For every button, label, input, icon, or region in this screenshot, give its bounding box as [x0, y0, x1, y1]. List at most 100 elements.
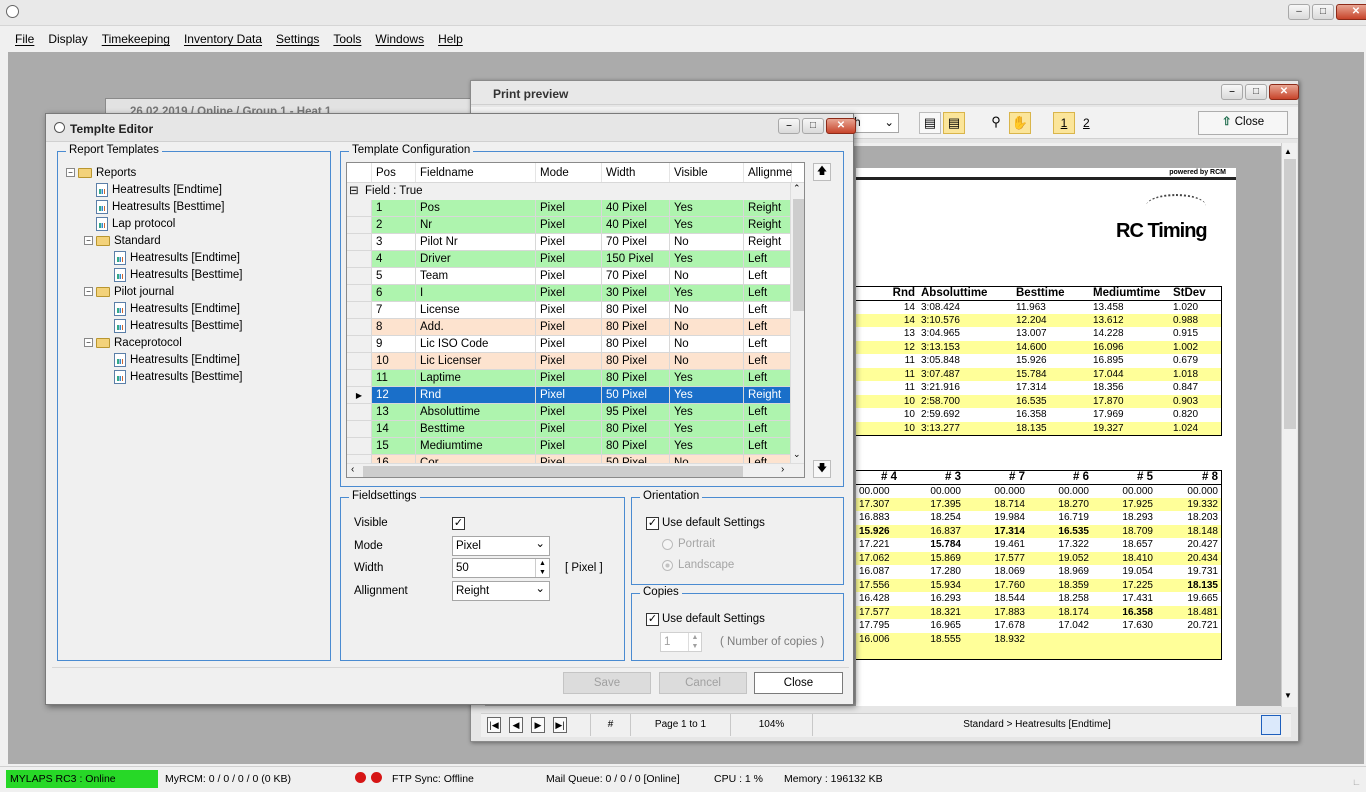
- last-page-icon[interactable]: ▶|: [553, 717, 567, 733]
- grid-row[interactable]: 1 Pos Pixel 40 Pixel Yes Reight: [347, 200, 804, 217]
- minimize-icon[interactable]: –: [778, 118, 800, 134]
- grid-row[interactable]: 13 Absoluttime Pixel 95 Pixel Yes Left: [347, 404, 804, 421]
- grid-cell-mode[interactable]: Pixel: [536, 234, 602, 251]
- grid-cell-alignment[interactable]: Left: [744, 353, 792, 370]
- width-spinner[interactable]: 50 ▲ ▼: [452, 558, 550, 578]
- grid-cell-alignment[interactable]: Left: [744, 421, 792, 438]
- single-page-icon[interactable]: ▤: [919, 112, 941, 134]
- grid-cell-pos[interactable]: 3: [372, 234, 416, 251]
- menu-display[interactable]: Display: [41, 32, 94, 46]
- move-down-icon[interactable]: 🡇: [813, 460, 831, 478]
- grid-hscroll-thumb[interactable]: [363, 466, 743, 477]
- grid-cell-visible[interactable]: No: [670, 302, 744, 319]
- grid-cell-fieldname[interactable]: Lic ISO Code: [416, 336, 536, 353]
- grid-cell-pos[interactable]: 10: [372, 353, 416, 370]
- grid-cell-alignment[interactable]: Left: [744, 285, 792, 302]
- landscape-radio[interactable]: [662, 560, 673, 571]
- save-button[interactable]: Save: [563, 672, 651, 694]
- page-link-2[interactable]: 2: [1083, 116, 1090, 130]
- grid-cell-alignment[interactable]: Left: [744, 404, 792, 421]
- close-icon[interactable]: ✕: [826, 118, 856, 134]
- grid-cell-pos[interactable]: 7: [372, 302, 416, 319]
- grid-col-mode[interactable]: Mode: [536, 163, 602, 182]
- grid-cell-alignment[interactable]: Reight: [744, 217, 792, 234]
- grid-cell-pos[interactable]: 1: [372, 200, 416, 217]
- grid-cell-mode[interactable]: Pixel: [536, 370, 602, 387]
- grid-cell-width[interactable]: 80 Pixel: [602, 438, 670, 455]
- grid-cell-visible[interactable]: No: [670, 234, 744, 251]
- grid-group-row[interactable]: ⊟ Field : True: [347, 183, 804, 200]
- grid-cell-alignment[interactable]: Left: [744, 370, 792, 387]
- grid-cell-fieldname[interactable]: Mediumtime: [416, 438, 536, 455]
- grid-row[interactable]: 7 License Pixel 80 Pixel No Left: [347, 302, 804, 319]
- grid-cell-width[interactable]: 40 Pixel: [602, 217, 670, 234]
- grid-cell-visible[interactable]: No: [670, 336, 744, 353]
- grid-cell-mode[interactable]: Pixel: [536, 404, 602, 421]
- grid-cell-mode[interactable]: Pixel: [536, 387, 602, 404]
- grid-cell-width[interactable]: 80 Pixel: [602, 319, 670, 336]
- grid-cell-visible[interactable]: Yes: [670, 200, 744, 217]
- grid-cell-fieldname[interactable]: Add.: [416, 319, 536, 336]
- maximize-icon[interactable]: □: [802, 118, 824, 134]
- grid-cell-width[interactable]: 80 Pixel: [602, 370, 670, 387]
- grid-cell-fieldname[interactable]: Pilot Nr: [416, 234, 536, 251]
- copies-default-checkbox[interactable]: ✓: [646, 613, 659, 626]
- grid-cell-alignment[interactable]: Left: [744, 251, 792, 268]
- grid-cell-width[interactable]: 40 Pixel: [602, 200, 670, 217]
- grid-cell-pos[interactable]: 8: [372, 319, 416, 336]
- grid-row[interactable]: 14 Besttime Pixel 80 Pixel Yes Left: [347, 421, 804, 438]
- grid-row[interactable]: 9 Lic ISO Code Pixel 80 Pixel No Left: [347, 336, 804, 353]
- grid-cell-pos[interactable]: 5: [372, 268, 416, 285]
- grid-cell-visible[interactable]: Yes: [670, 285, 744, 302]
- close-icon[interactable]: ✕: [1336, 4, 1366, 20]
- mode-select[interactable]: Pixel ⌄: [452, 536, 550, 556]
- grid-cell-visible[interactable]: Yes: [670, 370, 744, 387]
- tree-item[interactable]: Heatresults [Besttime]: [66, 199, 326, 216]
- grid-cell-mode[interactable]: Pixel: [536, 200, 602, 217]
- grid-cell-alignment[interactable]: Left: [744, 438, 792, 455]
- spinner-arrows-icon[interactable]: ▲ ▼: [688, 633, 701, 651]
- maximize-icon[interactable]: □: [1245, 84, 1267, 100]
- grid-col-visible[interactable]: Visible: [670, 163, 744, 182]
- tree-item[interactable]: − Standard: [66, 233, 326, 250]
- move-up-icon[interactable]: 🡅: [813, 163, 831, 181]
- grid-cell-visible[interactable]: Yes: [670, 251, 744, 268]
- grid-cell-fieldname[interactable]: Absoluttime: [416, 404, 536, 421]
- grid-cell-width[interactable]: 70 Pixel: [602, 268, 670, 285]
- grid-cell-alignment[interactable]: Reight: [744, 387, 792, 404]
- grid-col-fieldname[interactable]: Fieldname: [416, 163, 536, 182]
- goto-page-icon[interactable]: #: [591, 714, 631, 736]
- portrait-radio[interactable]: [662, 539, 673, 550]
- close-icon[interactable]: ✕: [1269, 84, 1299, 100]
- grid-cell-alignment[interactable]: Left: [744, 302, 792, 319]
- next-page-icon[interactable]: ▶: [531, 717, 545, 733]
- first-page-icon[interactable]: |◀: [487, 717, 501, 733]
- tree-item[interactable]: Heatresults [Endtime]: [66, 352, 326, 369]
- grid-row[interactable]: 6 I Pixel 30 Pixel Yes Left: [347, 285, 804, 302]
- collapse-icon[interactable]: ⊟: [347, 183, 361, 200]
- grid-row[interactable]: 5 Team Pixel 70 Pixel No Left: [347, 268, 804, 285]
- grid-col-width[interactable]: Width: [602, 163, 670, 182]
- grid-cell-visible[interactable]: No: [670, 319, 744, 336]
- scroll-up-icon[interactable]: ▲: [1284, 147, 1292, 156]
- scroll-left-icon[interactable]: ‹: [351, 464, 354, 475]
- grid-cell-width[interactable]: 150 Pixel: [602, 251, 670, 268]
- pp-close-button[interactable]: ⇧ Close: [1198, 111, 1288, 135]
- copies-spinner[interactable]: 1 ▲ ▼: [660, 632, 702, 652]
- grid-cell-width[interactable]: 95 Pixel: [602, 404, 670, 421]
- grid-cell-pos[interactable]: 14: [372, 421, 416, 438]
- grid-cell-width[interactable]: 30 Pixel: [602, 285, 670, 302]
- grid-cell-width[interactable]: 50 Pixel: [602, 387, 670, 404]
- grid-cell-mode[interactable]: Pixel: [536, 421, 602, 438]
- grid-cell-alignment[interactable]: Reight: [744, 200, 792, 217]
- menu-timekeeping[interactable]: Timekeeping: [95, 32, 177, 46]
- grid-cell-visible[interactable]: No: [670, 353, 744, 370]
- tree-item[interactable]: Heatresults [Endtime]: [66, 250, 326, 267]
- grid-cell-mode[interactable]: Pixel: [536, 285, 602, 302]
- grid-cell-alignment[interactable]: Left: [744, 319, 792, 336]
- grid-cell-fieldname[interactable]: Driver: [416, 251, 536, 268]
- grid-cell-pos[interactable]: 9: [372, 336, 416, 353]
- tree-item[interactable]: Heatresults [Besttime]: [66, 318, 326, 335]
- grid-cell-width[interactable]: 80 Pixel: [602, 353, 670, 370]
- grid-cell-mode[interactable]: Pixel: [536, 319, 602, 336]
